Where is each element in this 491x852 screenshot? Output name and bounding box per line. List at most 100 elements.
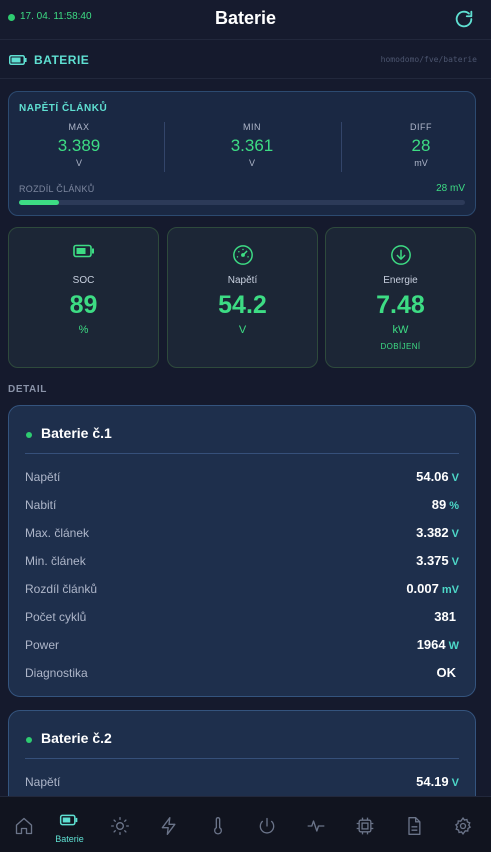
power-icon xyxy=(259,817,275,834)
detail-row: Diagnostika OK xyxy=(25,660,459,688)
nav-settings[interactable] xyxy=(439,797,488,852)
nav-active-label: Baterie xyxy=(55,834,84,844)
row-unit: W xyxy=(448,640,459,652)
top-bar: 17. 04. 11:58:40 Baterie xyxy=(0,0,491,40)
page-title: Baterie xyxy=(214,8,277,28)
nav-home[interactable] xyxy=(0,797,49,852)
cell-diff-value: 28 xyxy=(411,136,431,155)
energy-tile: Energie 7.48 kW DOBÍJENÍ xyxy=(325,227,476,368)
section-title: BATERIE xyxy=(34,53,90,67)
voltage-value: 54.2 xyxy=(218,291,267,319)
detail-row: Počet cyklů 381 xyxy=(25,604,459,632)
home-icon xyxy=(15,817,33,835)
detail-row: Nabití 89% xyxy=(25,492,459,520)
nav-switch[interactable] xyxy=(243,797,292,852)
battery-name: Baterie č.1 xyxy=(41,425,112,441)
charging-state: DOBÍJENÍ xyxy=(380,342,421,351)
battery-status-dot xyxy=(26,737,32,743)
nav-power[interactable] xyxy=(145,797,194,852)
row-label: Napětí xyxy=(25,775,61,789)
detail-row: Napětí 54.19 V xyxy=(25,769,459,797)
cell-min-value: 3.361 xyxy=(230,136,274,155)
nav-battery[interactable]: Baterie xyxy=(45,797,94,852)
gear-icon xyxy=(454,816,472,836)
cell-max-label: MAX xyxy=(68,122,90,132)
battery-icon xyxy=(59,814,78,826)
nav-temperature[interactable] xyxy=(194,797,243,852)
row-unit: % xyxy=(449,500,459,512)
stat-divider xyxy=(341,122,342,172)
voltage-label: Napětí xyxy=(227,275,258,286)
row-unit: mV xyxy=(441,584,459,596)
cell-diff-stat: DIFF 28 mV xyxy=(361,122,481,168)
soc-label: SOC xyxy=(72,275,95,286)
row-label: Rozdíl článků xyxy=(25,582,98,596)
divider xyxy=(25,758,459,759)
row-value: 3.382 xyxy=(416,525,449,540)
row-value: 54.19 xyxy=(416,774,449,789)
detail-row: Power 1964 W xyxy=(25,632,459,660)
row-value: 54.06 xyxy=(416,469,449,484)
row-unit: V xyxy=(451,556,459,568)
row-value: 381 xyxy=(434,609,456,624)
chip-icon xyxy=(356,817,374,835)
bolt-icon xyxy=(161,817,176,835)
cell-voltage-card: NAPĚTÍ ČLÁNKŮ MAX 3.389 V MIN 3.361 V DI… xyxy=(8,91,476,216)
nav-logs[interactable] xyxy=(390,797,439,852)
row-value: 3.375 xyxy=(416,553,449,568)
thermometer-icon xyxy=(214,817,222,835)
energy-unit: kW xyxy=(392,324,409,336)
cell-min-stat: MIN 3.361 V xyxy=(192,122,312,168)
row-value: OK xyxy=(436,665,457,680)
battery-status-dot xyxy=(26,432,32,438)
detail-row: Max. článek 3.382 V xyxy=(25,520,459,548)
soc-tile: SOC 89 % xyxy=(8,227,159,368)
cell-max-value: 3.389 xyxy=(57,136,101,155)
voltage-unit: V xyxy=(238,324,247,336)
energy-label: Energie xyxy=(383,275,418,286)
stat-divider xyxy=(164,122,165,172)
nav-solar[interactable] xyxy=(96,797,145,852)
nav-monitor[interactable] xyxy=(292,797,341,852)
cell-diff-unit: mV xyxy=(414,158,428,168)
gauge-icon xyxy=(232,245,253,265)
detail-row: Min. článek 3.375 V xyxy=(25,548,459,576)
cell-difference-value: 28 mV xyxy=(436,183,465,194)
row-label: Počet cyklů xyxy=(25,610,87,624)
battery-rows: Napětí 54.19 V xyxy=(25,769,459,797)
sun-icon xyxy=(111,817,129,835)
bottom-navigation: Baterie xyxy=(0,796,491,852)
battery-rows: Napětí 54.06 V Nabití 89% Max. článek 3.3… xyxy=(25,464,459,688)
soc-unit: % xyxy=(78,324,89,336)
battery-icon xyxy=(9,55,27,65)
detail-row: Napětí 54.06 V xyxy=(25,464,459,492)
cell-diff-label: DIFF xyxy=(410,122,432,132)
topic-path: homodomo/fve/baterie xyxy=(380,55,477,64)
divider xyxy=(25,453,459,454)
battery-icon xyxy=(72,244,94,258)
cell-min-unit: V xyxy=(248,158,255,168)
cell-difference-bar-fill xyxy=(19,200,60,205)
arrow-down-circle-icon xyxy=(390,245,411,265)
pulse-icon xyxy=(307,820,325,832)
row-value: 1964 xyxy=(416,637,446,652)
detail-heading: DETAIL xyxy=(8,384,47,395)
row-label: Diagnostika xyxy=(25,666,88,680)
row-unit: V xyxy=(451,472,459,484)
row-unit: V xyxy=(451,777,459,789)
row-label: Max. článek xyxy=(25,526,90,540)
cell-difference-label: ROZDÍL ČLÁNKŮ xyxy=(19,184,95,194)
row-unit: V xyxy=(451,528,459,540)
row-label: Power xyxy=(25,638,60,652)
cell-max-stat: MAX 3.389 V xyxy=(19,122,139,168)
detail-row: Rozdíl článků 0.007 mV xyxy=(25,576,459,604)
refresh-icon[interactable] xyxy=(453,8,475,30)
nav-devices[interactable] xyxy=(341,797,390,852)
cell-min-label: MIN xyxy=(243,122,261,132)
energy-value: 7.48 xyxy=(376,291,425,319)
row-value: 89 xyxy=(431,497,447,512)
battery-card: Baterie č.1 Napětí 54.06 V Nabití 89% Max… xyxy=(8,405,476,697)
cell-voltage-title: NAPĚTÍ ČLÁNKŮ xyxy=(19,103,108,114)
voltage-tile: Napětí 54.2 V xyxy=(167,227,318,368)
row-label: Nabití xyxy=(25,498,57,512)
